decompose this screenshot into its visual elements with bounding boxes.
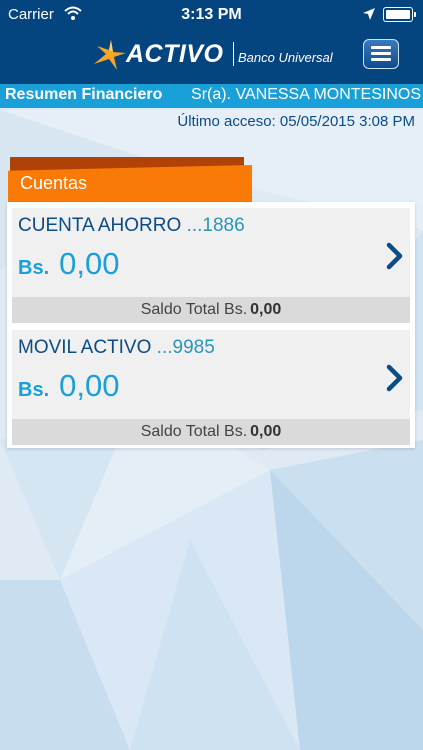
info-bar: Resumen Financiero Sr(a). VANESSA MONTES… (0, 84, 423, 108)
account-balance: Bs. 0,00 (18, 246, 119, 282)
account-name: CUENTA AHORRO (18, 215, 182, 236)
balance-amount: 0,00 (59, 368, 120, 403)
status-time: 3:13 PM (181, 6, 242, 23)
brand-tagline: Banco Universal (238, 50, 333, 65)
account-number: ...9985 (156, 337, 215, 358)
account-name: MOVIL ACTIVO (18, 337, 152, 358)
account-number: ...1886 (186, 215, 245, 236)
total-value: 0,00 (250, 423, 282, 440)
menu-icon-bar (371, 52, 391, 55)
account-card[interactable]: CUENTA AHORRO ...1886 Bs. 0,00 Saldo Tota… (12, 208, 410, 323)
brand-name: ACTIVO (126, 40, 224, 68)
menu-button[interactable] (363, 39, 399, 69)
balance-currency: Bs. (18, 257, 50, 279)
account-balance: Bs. 0,00 (18, 368, 119, 404)
star-logo-icon (94, 40, 126, 70)
app-header: Carrier 3:13 PM ACTIVO Banco Universal (0, 0, 423, 84)
tab-cuentas: Cuentas (8, 165, 252, 203)
battery-icon (383, 7, 416, 22)
total-label: Saldo Total Bs. (140, 301, 248, 318)
balance-currency: Bs. (18, 379, 50, 401)
location-icon (363, 8, 375, 20)
menu-icon-bar (371, 58, 391, 61)
brand-logo: ACTIVO Banco Universal (94, 38, 334, 74)
chevron-right-icon[interactable] (386, 242, 404, 270)
menu-icon (371, 46, 391, 49)
total-label: Saldo Total Bs. (140, 423, 248, 440)
balance-amount: 0,00 (59, 246, 120, 281)
section-title: Resumen Financiero (5, 86, 163, 103)
status-bar: Carrier 3:13 PM (0, 0, 423, 30)
total-balance-bar: Saldo Total Bs. 0,00 (12, 419, 410, 445)
last-access-label: Último acceso: 05/05/2015 3:08 PM (177, 113, 415, 130)
total-balance-bar: Saldo Total Bs. 0,00 (12, 297, 410, 323)
accounts-panel: CUENTA AHORRO ...1886 Bs. 0,00 Saldo Tota… (7, 202, 415, 448)
chevron-right-icon[interactable] (386, 364, 404, 392)
account-title: MOVIL ACTIVO ...9985 (18, 337, 215, 359)
brand-divider (233, 42, 234, 66)
total-value: 0,00 (250, 301, 282, 318)
tab-label: Cuentas (20, 173, 88, 193)
user-name: Sr(a). VANESSA MONTESINOS (191, 86, 421, 103)
account-card[interactable]: MOVIL ACTIVO ...9985 Bs. 0,00 Saldo Total… (12, 330, 410, 445)
account-title: CUENTA AHORRO ...1886 (18, 215, 245, 237)
